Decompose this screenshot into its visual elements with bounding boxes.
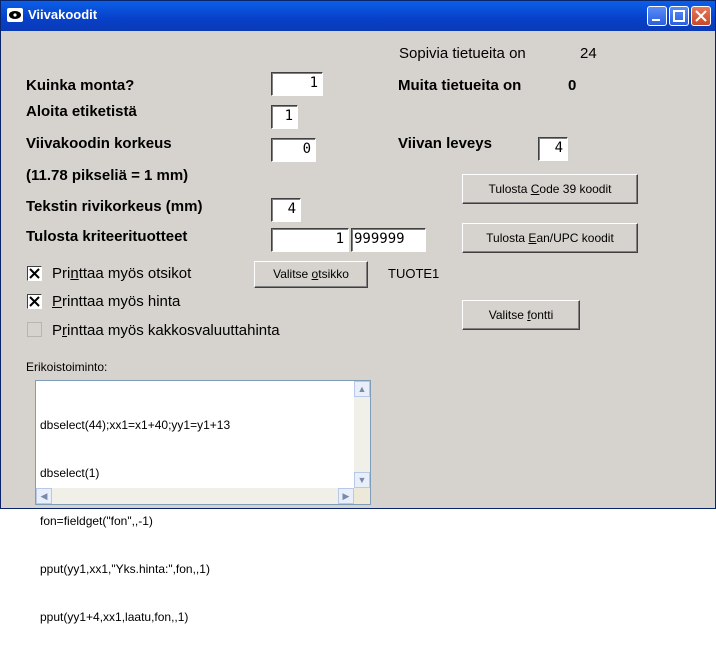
select-title-button[interactable]: Valitse otsikko [254,261,368,288]
selected-title-value: TUOTE1 [388,266,440,281]
bar-width-field[interactable]: 4 [538,137,568,161]
minimize-button[interactable] [647,6,667,26]
checkmark-x-icon [29,268,40,279]
maximize-icon [673,10,685,22]
vertical-scrollbar[interactable]: ▲ ▼ [354,381,370,488]
text-row-height-field[interactable]: 4 [271,198,301,222]
print-second-currency-text: P [52,322,63,339]
barcode-window: Viivakoodit Sopivia tietueita on 24 Muit… [0,0,716,624]
print-titles-text: Pri [52,265,71,282]
count-label: Kuinka monta? [26,77,135,94]
code-line: fon=fieldget("fon",,-1) [40,514,153,528]
print-price-label[interactable]: Printtaa myös hinta [52,293,180,310]
select-font-button[interactable]: Valitse fontti [462,300,580,330]
scrollbar-corner [354,488,370,504]
scroll-up-icon[interactable]: ▲ [354,381,370,397]
scroll-right-icon[interactable]: ▶ [338,488,354,504]
horizontal-scrollbar[interactable]: ◀ ▶ [36,488,354,504]
scroll-left-icon[interactable]: ◀ [36,488,52,504]
checkmark-x-icon [29,296,40,307]
print-code39-button[interactable]: Tulosta Code 39 koodit [462,174,638,204]
scroll-down-icon[interactable]: ▼ [354,472,370,488]
print-code39-text-rest: ode 39 koodit [539,182,612,196]
code-line: dbselect(44);xx1=x1+40;yy1=y1+13 [40,418,231,432]
pixels-per-mm-note: (11.78 pikseliä = 1 mm) [26,167,189,184]
print-price-checkbox[interactable] [27,294,42,309]
criteria-to-field[interactable]: 999999 [351,228,426,252]
select-font-text: Valitse [488,308,528,322]
app-eye-icon [7,8,23,22]
special-function-label: Erikoistoiminto: [26,360,108,374]
other-records-label: Muita tietueita on [398,77,522,94]
maximize-button[interactable] [669,6,689,26]
print-criteria-label: Tulosta kriteerituotteet [26,228,188,245]
code-line: pput(yy1+4,xx1,laatu,fon,,1) [40,610,189,624]
print-price-accesskey: P [52,293,63,310]
print-ean-text: Tulosta [486,231,529,245]
print-titles-checkbox[interactable] [27,266,42,281]
close-icon [695,10,707,22]
special-function-textarea[interactable]: dbselect(44);xx1=x1+40;yy1=y1+13 dbselec… [35,380,371,624]
other-records-value: 0 [568,77,577,94]
print-titles-text-rest: ttaa myös otsikot [78,265,192,282]
close-button[interactable] [691,6,711,26]
barcode-height-label: Viivakoodin korkeus [26,135,172,152]
bar-width-label: Viivan leveys [398,135,492,152]
code-line: pput(yy1,xx1,"Yks.hinta:",fon,,1) [40,562,210,576]
window-title: Viivakoodit [28,7,98,22]
start-label-label: Aloita etiketistä [26,103,137,120]
select-title-text: Valitse [273,267,312,281]
print-price-text-rest: rinttaa myös hinta [62,293,181,310]
print-second-currency-label[interactable]: Printtaa myös kakkosvaluuttahinta [52,322,280,339]
print-titles-label[interactable]: Printtaa myös otsikot [52,265,191,282]
print-titles-accesskey: n [70,265,79,282]
print-second-currency-checkbox[interactable] [27,322,42,337]
code-line: dbselect(1) [40,466,100,480]
count-field[interactable]: 1 [271,72,323,96]
text-row-height-label: Tekstin rivikorkeus (mm) [26,198,203,215]
print-second-currency-text-rest: inttaa myös kakkosvaluuttahinta [67,322,280,339]
matching-records-value: 24 [580,45,597,62]
print-ean-text-rest: an/UPC koodit [536,231,614,245]
minimize-icon [652,19,660,21]
title-bar[interactable]: Viivakoodit [1,1,715,31]
select-font-text-rest: ontti [530,308,554,322]
start-label-field[interactable]: 1 [271,105,298,129]
matching-records-label: Sopivia tietueita on [399,45,526,62]
barcode-height-field[interactable]: 0 [271,138,316,162]
criteria-from-field[interactable]: 1 [271,228,349,252]
print-ean-upc-button[interactable]: Tulosta Ean/UPC koodit [462,223,638,253]
select-title-text-rest: tsikko [318,267,349,281]
print-code39-text: Tulosta [488,182,531,196]
special-function-code: dbselect(44);xx1=x1+40;yy1=y1+13 dbselec… [40,385,230,657]
